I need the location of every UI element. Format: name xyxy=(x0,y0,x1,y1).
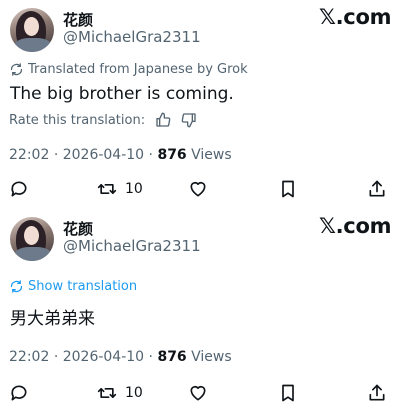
x-logo: 𝕏.com xyxy=(319,214,392,238)
display-name[interactable]: 花颜 xyxy=(63,218,93,239)
like-icon xyxy=(190,181,206,197)
bookmark-icon xyxy=(282,180,294,198)
rate-translation: Rate this translation: xyxy=(9,112,197,128)
translate-icon xyxy=(10,280,23,293)
avatar[interactable] xyxy=(10,217,54,261)
bookmark-icon xyxy=(282,384,294,402)
views-label: Views xyxy=(191,147,232,163)
share-icon xyxy=(369,384,385,401)
retweet-icon xyxy=(97,388,117,398)
tweet-date[interactable]: 2026-04-10 xyxy=(63,147,144,163)
tweet-text: The big brother is coming. xyxy=(10,84,234,104)
thumbs-up-icon[interactable] xyxy=(155,112,171,128)
user-handle[interactable]: @MichaelGra2311 xyxy=(63,237,201,255)
like-button[interactable] xyxy=(188,179,208,199)
retweet-button[interactable]: 10 xyxy=(97,383,143,403)
reply-icon xyxy=(11,385,27,401)
retweet-button[interactable]: 10 xyxy=(97,179,143,199)
like-button[interactable] xyxy=(188,383,208,403)
views-count: 876 xyxy=(157,147,187,163)
show-translation-link[interactable]: Show translation xyxy=(9,279,137,294)
tweet-date[interactable]: 2026-04-10 xyxy=(63,349,144,365)
share-button[interactable] xyxy=(367,383,387,403)
tweet-text: 男大弟弟来 xyxy=(10,309,95,329)
share-button[interactable] xyxy=(367,179,387,199)
bookmark-button[interactable] xyxy=(278,179,298,199)
tweet-meta: 22:02 · 2026-04-10 · 876 Views xyxy=(9,147,232,163)
views-label: Views xyxy=(191,349,232,365)
share-icon xyxy=(369,180,385,197)
retweet-count: 10 xyxy=(125,181,143,197)
avatar[interactable] xyxy=(10,8,54,52)
tweet-card: 花颜 @MichaelGra2311 𝕏.com Show translatio… xyxy=(0,209,400,418)
retweet-count: 10 xyxy=(125,385,143,401)
bookmark-button[interactable] xyxy=(278,383,298,403)
retweet-icon xyxy=(97,184,117,194)
reply-button[interactable] xyxy=(9,383,29,403)
action-bar: 10 xyxy=(0,176,400,202)
tweet-time[interactable]: 22:02 xyxy=(9,349,49,365)
translation-note-text: Translated from Japanese by Grok xyxy=(28,62,248,77)
views-count: 876 xyxy=(157,349,187,365)
tweet-time[interactable]: 22:02 xyxy=(9,147,49,163)
display-name[interactable]: 花颜 xyxy=(63,9,93,30)
show-translation-label: Show translation xyxy=(28,279,138,294)
action-bar: 10 xyxy=(0,380,400,406)
reply-button[interactable] xyxy=(9,179,29,199)
translation-note: Translated from Japanese by Grok xyxy=(9,62,248,77)
like-icon xyxy=(190,385,206,401)
reply-icon xyxy=(11,181,27,197)
tweet-card: 花颜 @MichaelGra2311 𝕏.com Translated from… xyxy=(0,0,400,209)
translate-icon xyxy=(10,63,23,76)
user-handle[interactable]: @MichaelGra2311 xyxy=(63,28,201,46)
tweet-meta: 22:02 · 2026-04-10 · 876 Views xyxy=(9,349,232,365)
x-logo: 𝕏.com xyxy=(319,5,392,29)
thumbs-down-icon[interactable] xyxy=(181,112,197,128)
rate-label: Rate this translation: xyxy=(9,112,146,128)
